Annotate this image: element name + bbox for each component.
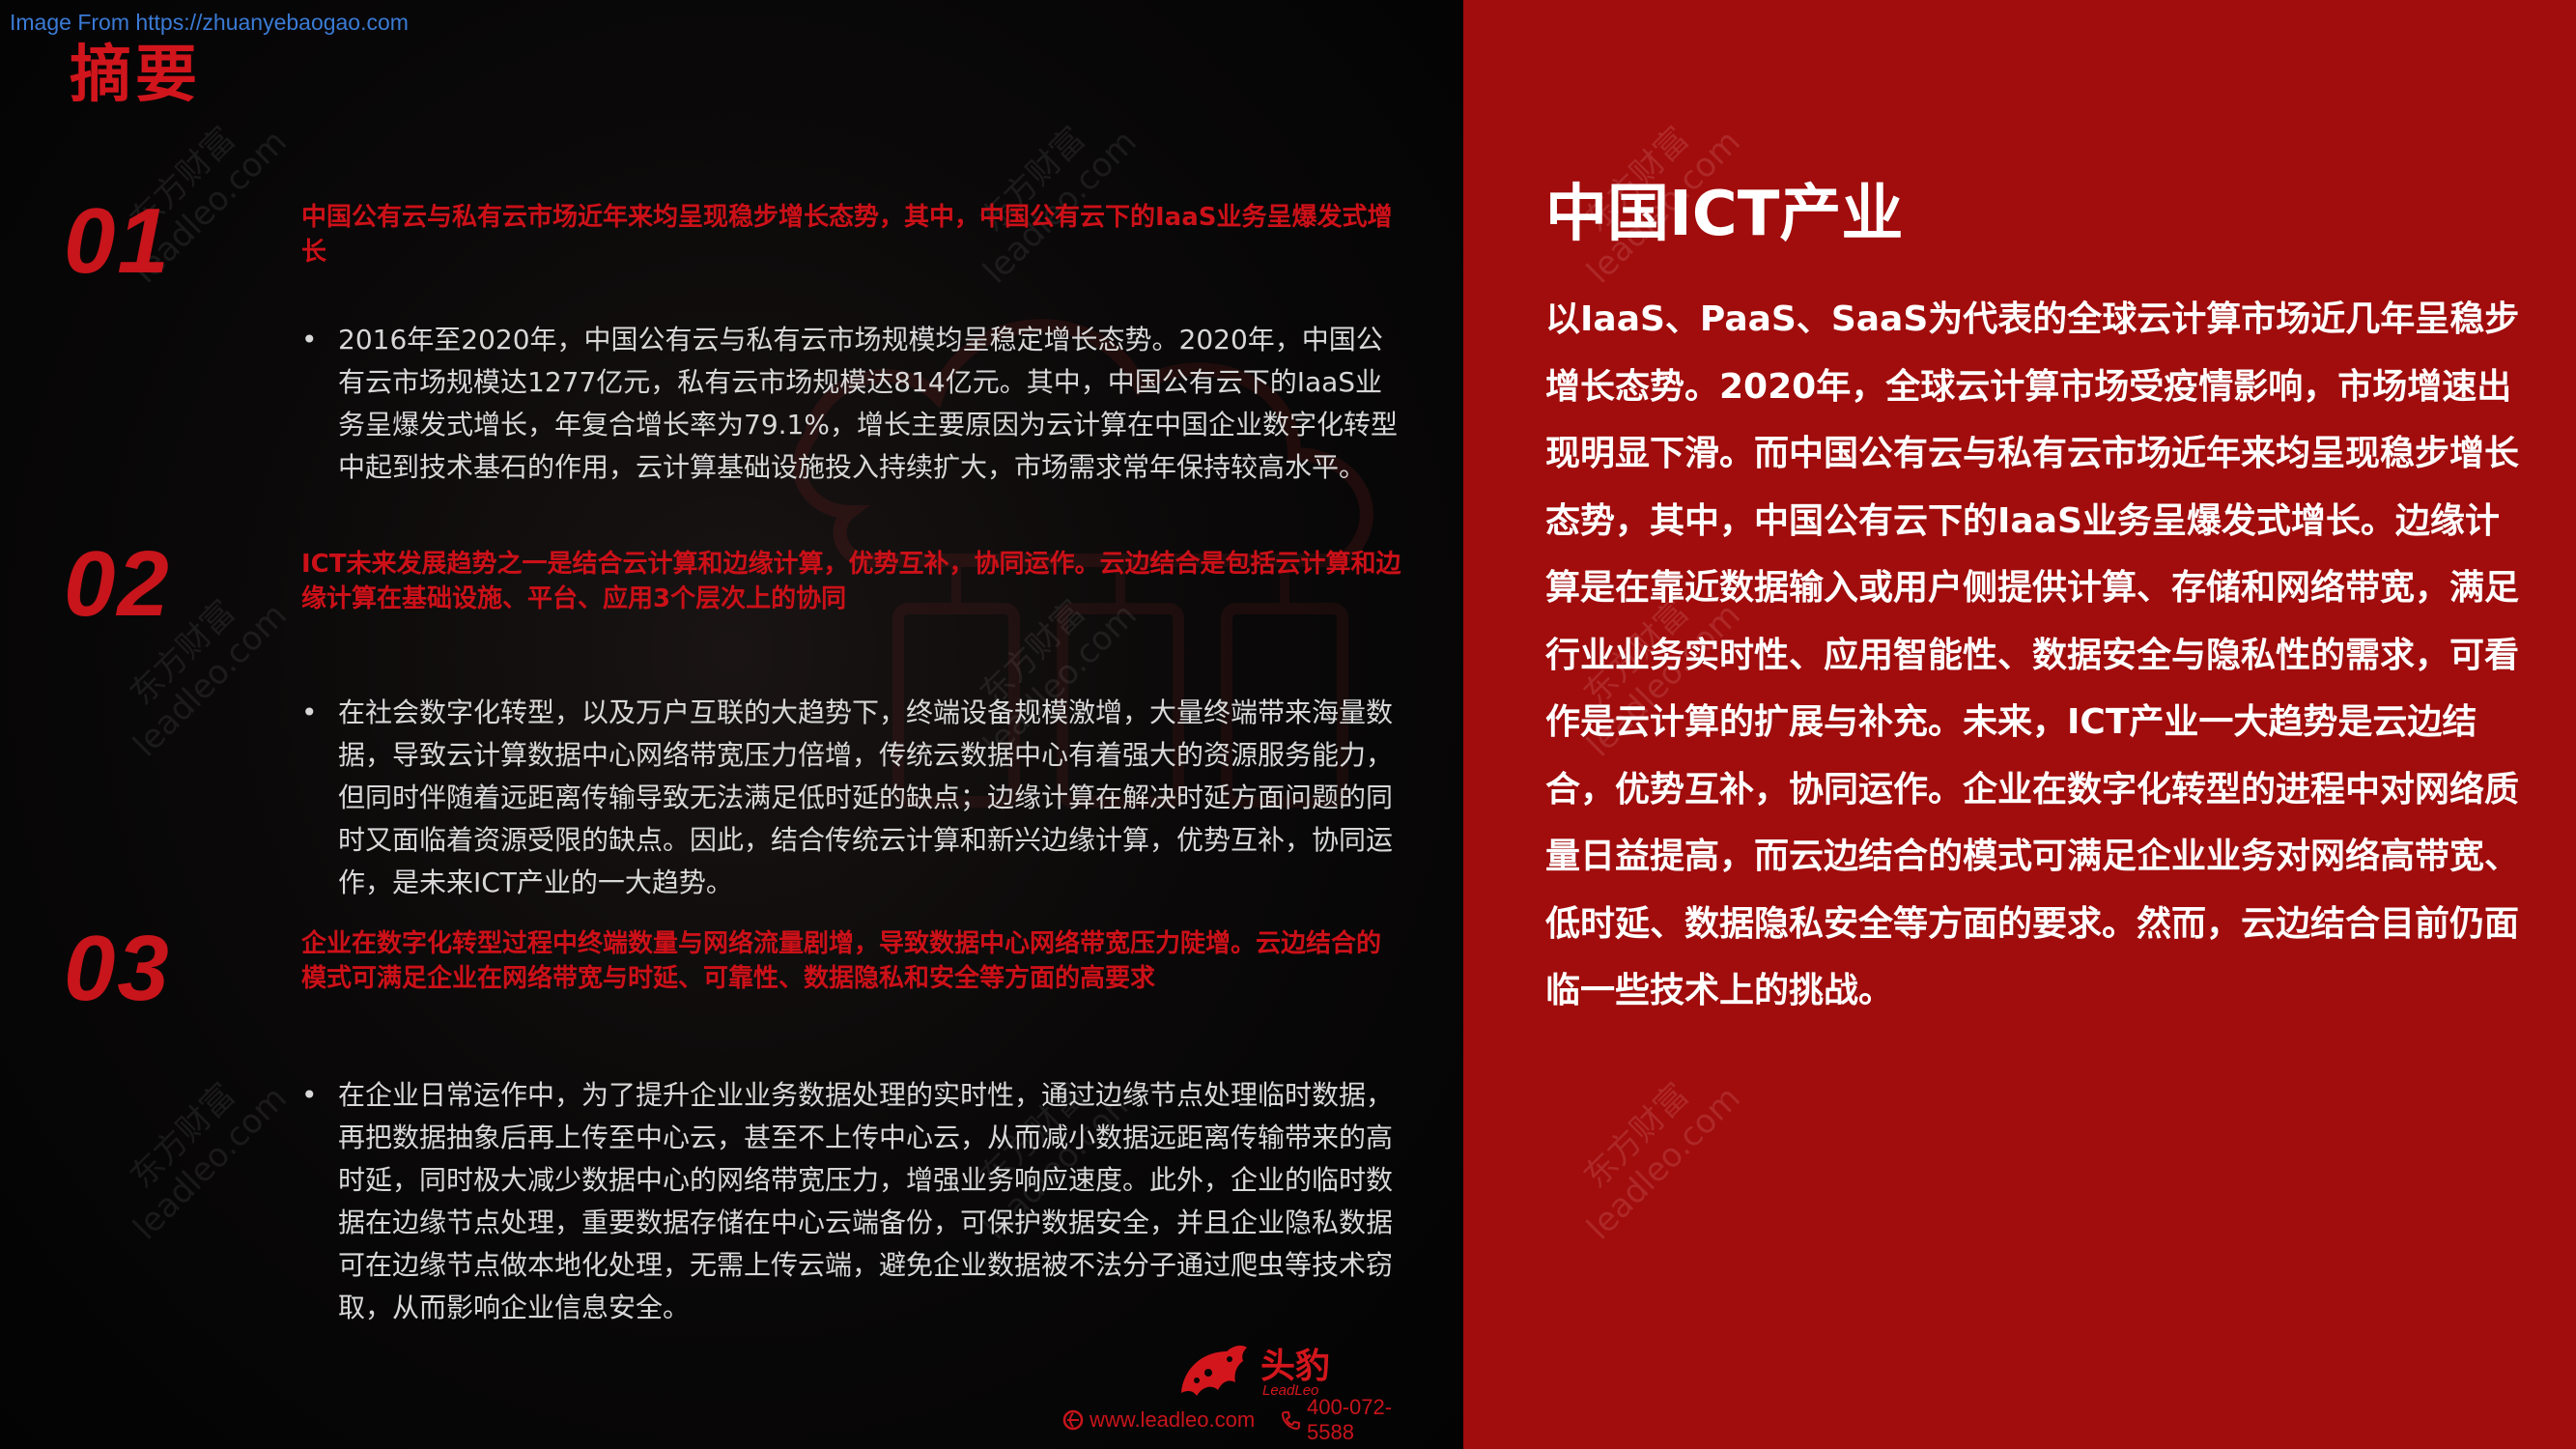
section-bullet: • 在社会数字化转型，以及万户互联的大趋势下，终端设备规模激增，大量终端带来海量… bbox=[301, 692, 1407, 904]
source-link[interactable]: Image From https://zhuanyebaogao.com bbox=[10, 10, 409, 36]
section-heading: 企业在数字化转型过程中终端数量与网络流量剧增，导致数据中心网络带宽压力陡增。云边… bbox=[301, 929, 1382, 993]
bullet-text: 2016年至2020年，中国公有云与私有云市场规模均呈稳定增长态势。2020年，… bbox=[338, 324, 1398, 483]
bullet-icon: • bbox=[301, 1079, 318, 1111]
watermark: 东方财富 leadleo.com bbox=[123, 1075, 295, 1248]
footer-contact: www.leadleo.com 400-072-5588 bbox=[1062, 1395, 1463, 1444]
footer-phone: 400-072-5588 bbox=[1280, 1395, 1438, 1445]
bullet-text: 在社会数字化转型，以及万户互联的大趋势下，终端设备规模激增，大量终端带来海量数据… bbox=[338, 696, 1394, 898]
page-title: 摘要 bbox=[70, 40, 201, 111]
section-number: 03 bbox=[64, 917, 171, 1020]
section-heading: 中国公有云与私有云市场近年来均呈现稳步增长态势，其中，中国公有云下的IaaS业务… bbox=[301, 203, 1393, 267]
logo-brand: 头豹 bbox=[1260, 1347, 1331, 1386]
website-text[interactable]: www.leadleo.com bbox=[1090, 1407, 1255, 1433]
section-bullet: • 2016年至2020年，中国公有云与私有云市场规模均呈稳定增长态势。2020… bbox=[301, 319, 1407, 489]
left-panel: 东方财富 leadleo.com 东方财富 leadleo.com 东方财富 lead… bbox=[0, 0, 1463, 1449]
watermark: 东方财富 leadleo.com bbox=[1576, 1075, 1748, 1248]
footer-website[interactable]: www.leadleo.com bbox=[1062, 1407, 1255, 1433]
bullet-icon: • bbox=[301, 324, 318, 355]
right-body-text: 以IaaS、PaaS、SaaS为代表的全球云计算市场近几年呈稳步增长态势。202… bbox=[1545, 299, 2520, 1010]
leopard-icon bbox=[1181, 1345, 1247, 1396]
section-number: 01 bbox=[64, 189, 171, 293]
section-heading: ICT未来发展趋势之一是结合云计算和边缘计算，优势互补，协同运作。云边结合是包括… bbox=[301, 550, 1401, 613]
bullet-icon: • bbox=[301, 696, 318, 728]
phone-icon bbox=[1282, 1411, 1301, 1430]
phone-text: 400-072-5588 bbox=[1307, 1395, 1393, 1444]
web-icon bbox=[1062, 1409, 1084, 1431]
right-title: 中国ICT产业 bbox=[1545, 179, 1904, 250]
section-bullet: • 在企业日常运作中，为了提升企业业务数据处理的实时性，通过边缘节点处理临时数据… bbox=[301, 1074, 1407, 1329]
right-panel: 东方财富 leadleo.com 东方财富 leadleo.com 东方财富 lead… bbox=[1463, 0, 2576, 1449]
section-number: 02 bbox=[64, 532, 171, 636]
bullet-text: 在企业日常运作中，为了提升企业业务数据处理的实时性，通过边缘节点处理临时数据，再… bbox=[338, 1079, 1394, 1323]
